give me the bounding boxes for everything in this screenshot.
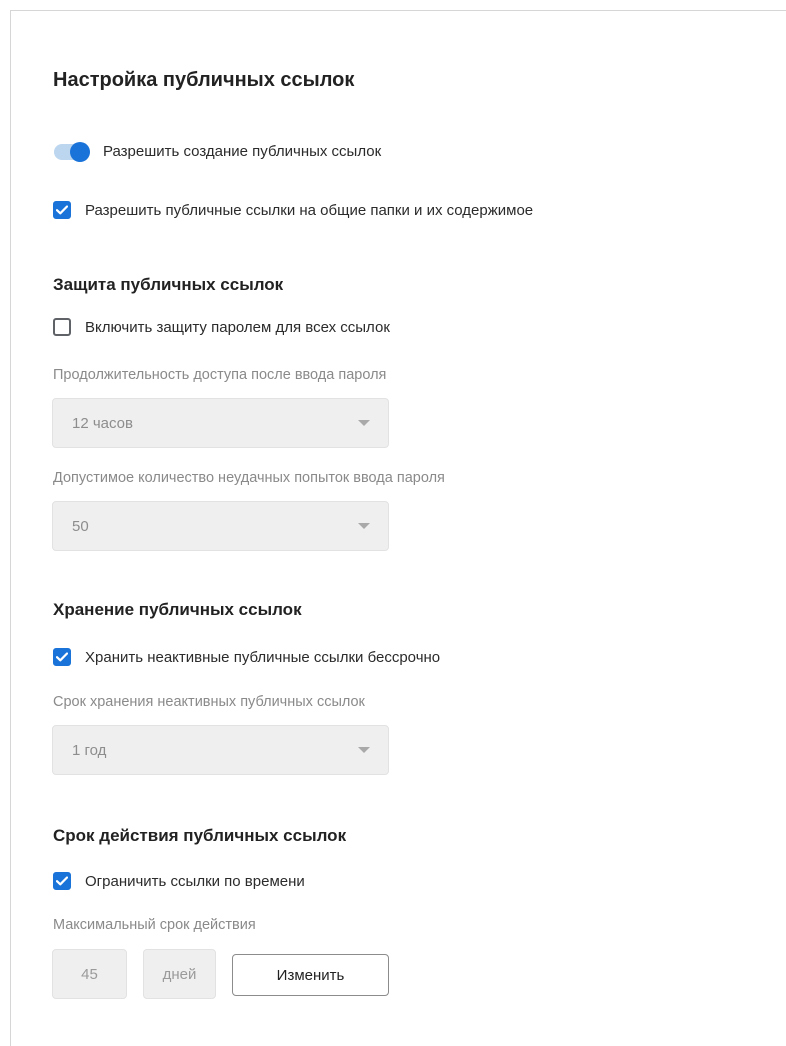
check-icon <box>56 876 68 886</box>
chevron-down-icon <box>358 420 370 426</box>
shared-folders-row: Разрешить публичные ссылки на общие папк… <box>53 201 533 219</box>
chevron-down-icon <box>358 523 370 529</box>
store-forever-label: Хранить неактивные публичные ссылки бесс… <box>85 648 441 666</box>
protection-section-title: Защита публичных ссылок <box>53 275 284 294</box>
allow-public-links-row: Разрешить создание публичных ссылок <box>54 141 382 162</box>
password-protection-checkbox[interactable] <box>53 318 71 336</box>
password-protection-row: Включить защиту паролем для всех ссылок <box>53 318 390 336</box>
access-duration-value: 12 часов <box>72 414 133 432</box>
password-protection-label: Включить защиту паролем для всех ссылок <box>85 318 390 336</box>
shared-folders-label: Разрешить публичные ссылки на общие папк… <box>85 201 534 219</box>
time-limit-checkbox[interactable] <box>53 872 71 890</box>
access-duration-label: Продолжительность доступа после ввода па… <box>53 367 387 383</box>
failed-attempts-label: Допустимое количество неудачных попыток … <box>53 470 445 486</box>
page-title: Настройка публичных ссылок <box>53 69 355 91</box>
shared-folders-checkbox[interactable] <box>53 201 71 219</box>
storage-period-value: 1 год <box>72 741 107 759</box>
time-limit-label: Ограничить ссылки по времени <box>85 872 305 890</box>
access-duration-select[interactable]: 12 часов <box>52 398 389 448</box>
allow-public-links-toggle[interactable] <box>54 141 90 162</box>
settings-panel: Настройка публичных ссылок Разрешить соз… <box>10 10 786 1046</box>
store-forever-row: Хранить неактивные публичные ссылки бесс… <box>53 648 440 666</box>
check-icon <box>56 205 68 215</box>
storage-section-title: Хранение публичных ссылок <box>53 600 302 619</box>
failed-attempts-value: 50 <box>72 517 89 535</box>
storage-period-select[interactable]: 1 год <box>52 725 389 775</box>
time-limit-row: Ограничить ссылки по времени <box>53 872 305 890</box>
failed-attempts-select[interactable]: 50 <box>52 501 389 551</box>
expiry-section-title: Срок действия публичных ссылок <box>53 826 347 845</box>
allow-public-links-label: Разрешить создание публичных ссылок <box>103 143 382 160</box>
storage-period-label: Срок хранения неактивных публичных ссыло… <box>53 694 365 710</box>
max-duration-unit: дней <box>143 949 216 999</box>
max-duration-input[interactable]: 45 <box>52 949 127 999</box>
store-forever-checkbox[interactable] <box>53 648 71 666</box>
check-icon <box>56 652 68 662</box>
change-button[interactable]: Изменить <box>232 954 389 996</box>
chevron-down-icon <box>358 747 370 753</box>
toggle-knob <box>70 141 90 162</box>
max-duration-label: Максимальный срок действия <box>53 917 256 933</box>
